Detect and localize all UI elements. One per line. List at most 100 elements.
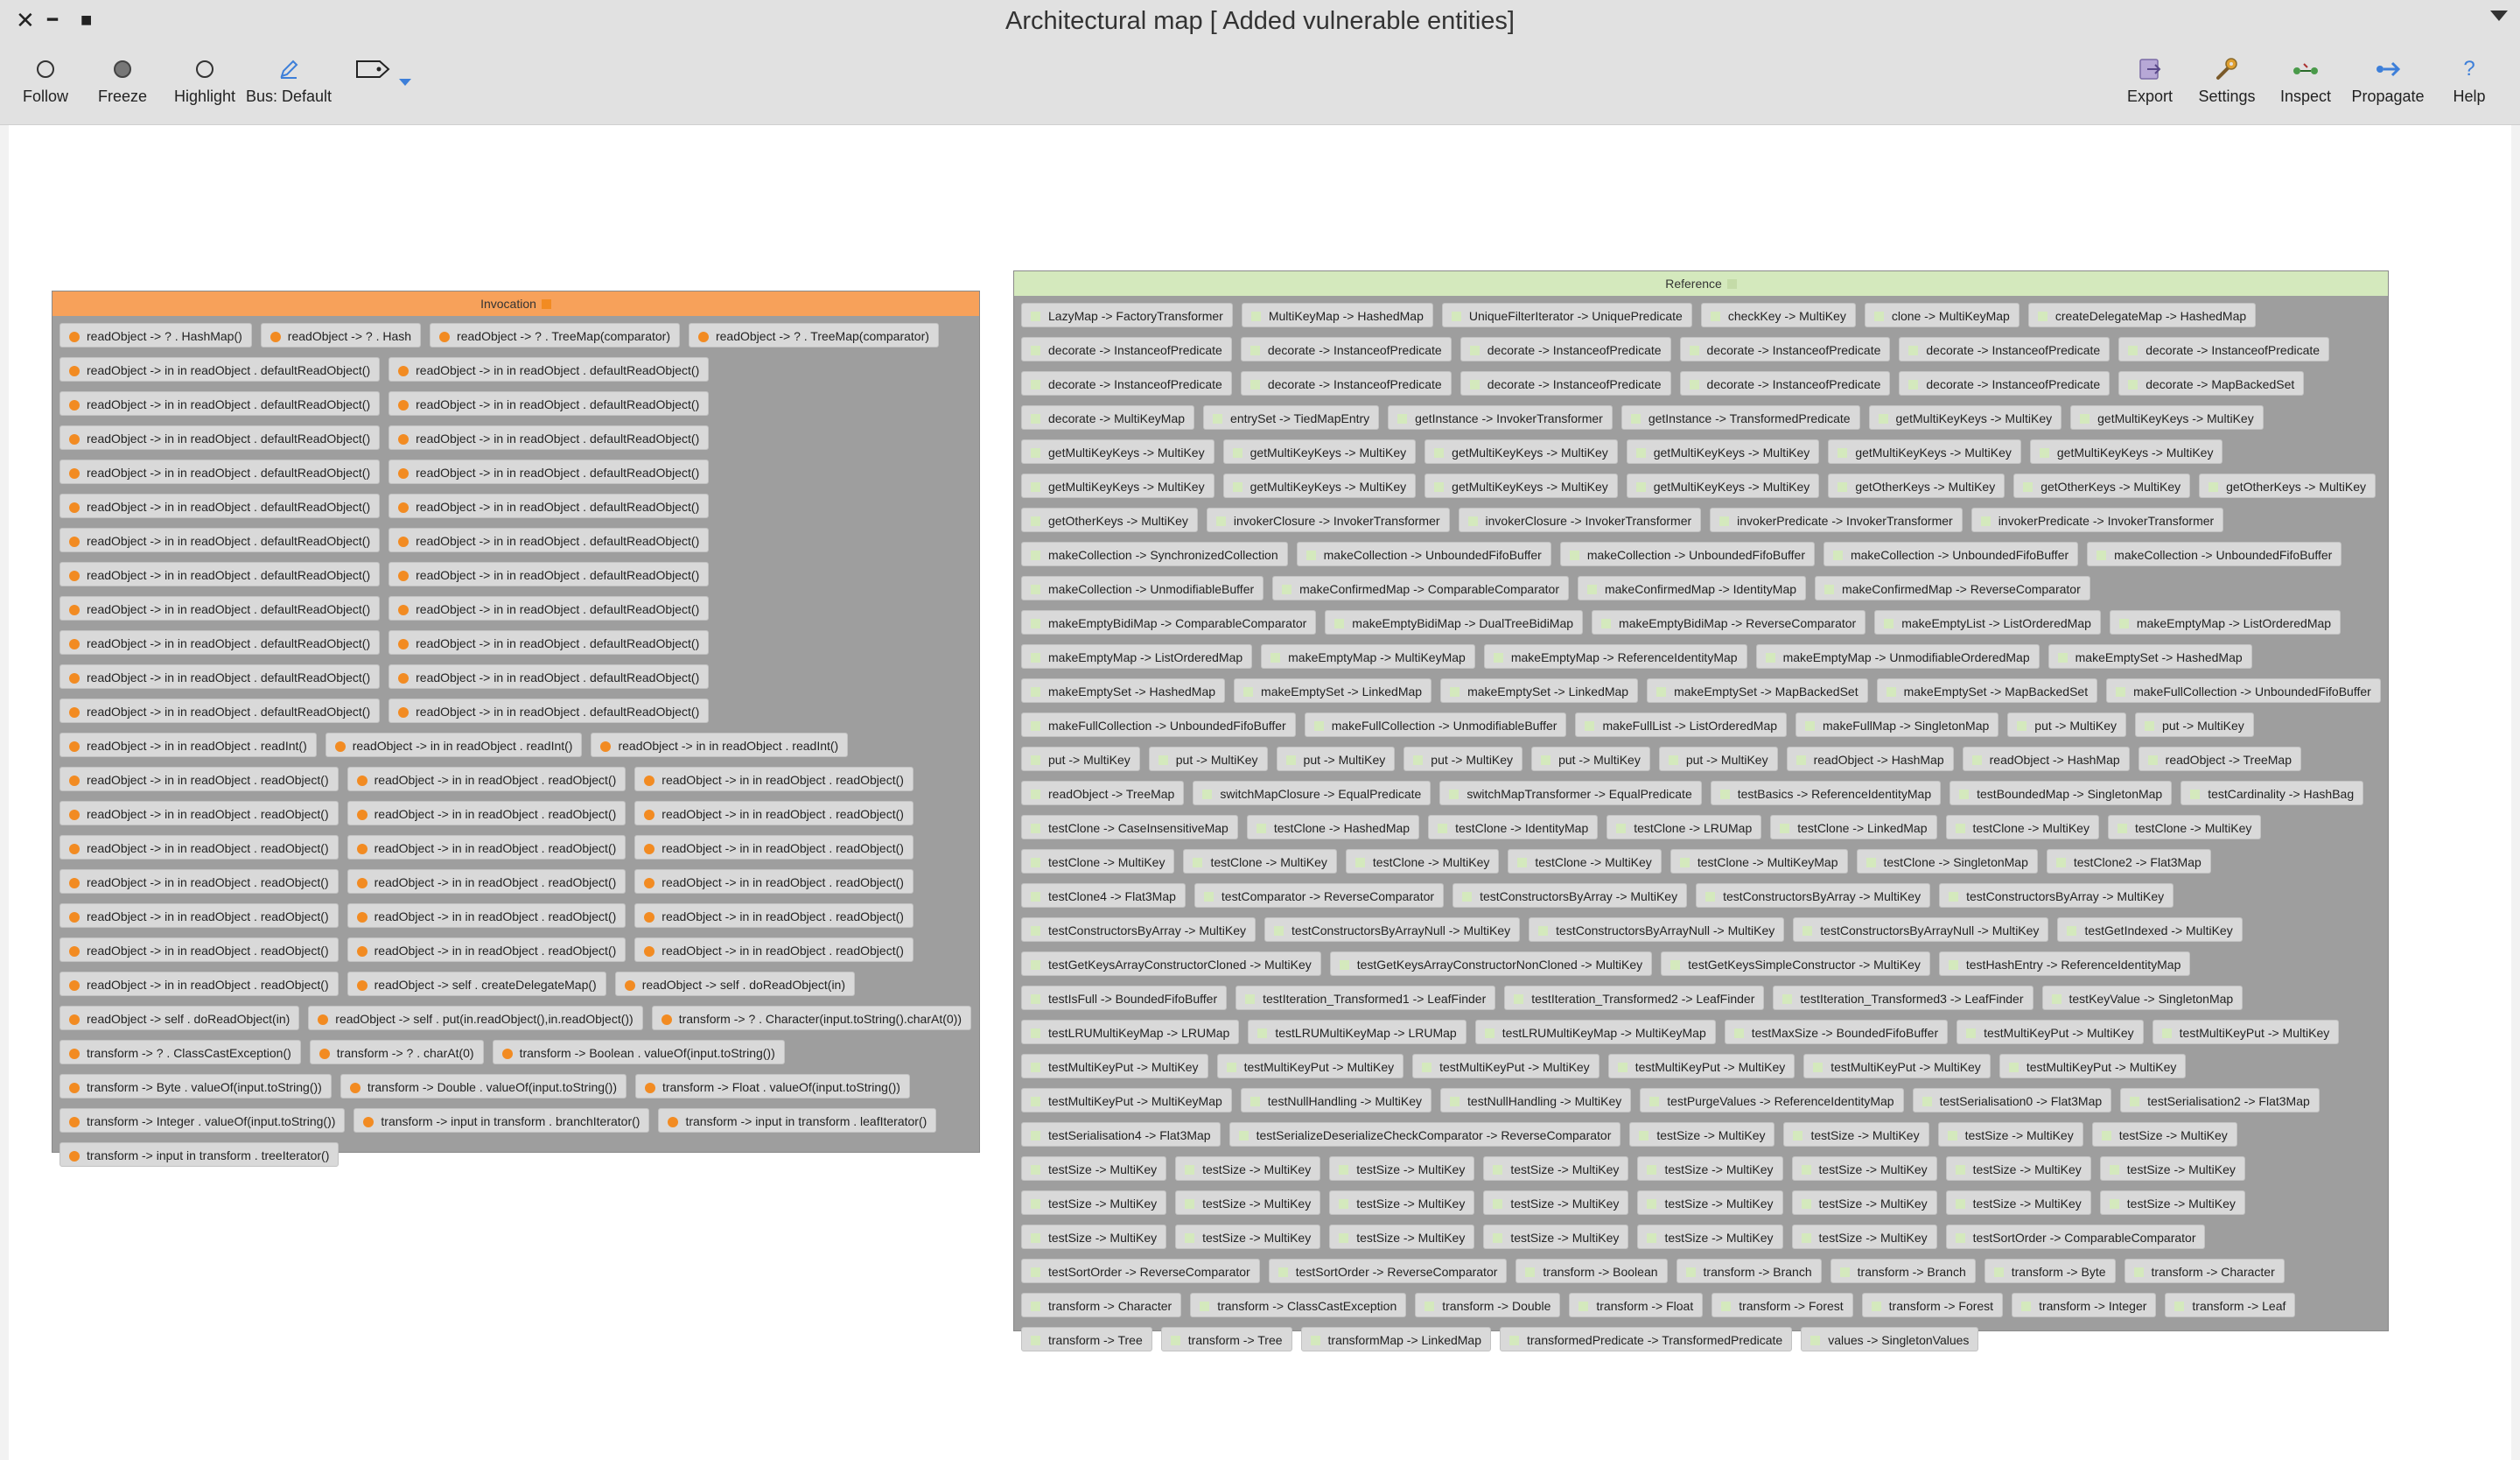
invocation-entity-node[interactable]: readObject -> in in readObject . default… [60,494,381,518]
reference-entity-node[interactable]: testMultiKeyPut -> MultiKey [1803,1054,1991,1078]
reference-entity-node[interactable]: testClone2 -> Flat3Map [2046,849,2211,874]
reference-entity-node[interactable]: invokerPredicate -> InvokerTransformer [1970,508,2224,532]
reference-entity-node[interactable]: decorate -> InstanceofPredicate [1460,371,1671,396]
reference-entity-node[interactable]: testSize -> MultiKey [1483,1190,1629,1215]
reference-entity-node[interactable]: checkKey -> MultiKey [1700,303,1856,327]
reference-entity-node[interactable]: testConstructorsByArrayNull -> MultiKey [1264,917,1521,942]
reference-entity-node[interactable]: getMultiKeyKeys -> MultiKey [1222,439,1417,464]
invocation-entity-node[interactable]: readObject -> in in readObject . readObj… [346,937,626,962]
reference-entity-node[interactable]: testSize -> MultiKey [2091,1122,2237,1147]
reference-entity-node[interactable]: makeEmptyBidiMap -> DualTreeBidiMap [1325,610,1584,635]
reference-entity-node[interactable]: testSerialisation2 -> Flat3Map [2120,1088,2320,1113]
reference-entity-node[interactable]: testMultiKeyPut -> MultiKey [1956,1020,2144,1044]
reference-entity-node[interactable]: testSortOrder -> ReverseComparator [1268,1259,1508,1283]
reference-entity-node[interactable]: getMultiKeyKeys -> MultiKey [1021,474,1214,498]
invocation-entity-node[interactable]: transform -> input in transform . branch… [354,1108,650,1133]
invocation-entity-node[interactable]: readObject -> in in readObject . default… [388,425,710,450]
reference-entity-node[interactable]: testIteration_Transformed2 -> LeafFinder [1504,986,1765,1010]
reference-entity-node[interactable]: getMultiKeyKeys -> MultiKey [1424,474,1618,498]
reference-entity-node[interactable]: transform -> Forest [1861,1293,2004,1317]
reference-entity-node[interactable]: testSize -> MultiKey [1329,1190,1475,1215]
invocation-entity-node[interactable]: readObject -> in in readObject . readObj… [60,869,339,894]
architectural-map-canvas[interactable]: Invocation readObject -> ? . HashMap() re… [9,125,2511,1460]
reference-entity-node[interactable]: testHashEntry -> ReferenceIdentityMap [1938,951,2191,976]
reference-entity-node[interactable]: testSize -> MultiKey [1175,1225,1321,1249]
reference-entity-node[interactable]: transformedPredicate -> TransformedPredi… [1500,1327,1793,1351]
invocation-group[interactable]: Invocation readObject -> ? . HashMap() re… [52,291,980,1167]
reference-entity-node[interactable]: testIsFull -> BoundedFifoBuffer [1021,986,1228,1010]
reference-entity-node[interactable]: testClone -> MultiKey [1345,849,1500,874]
invocation-entity-node[interactable]: readObject -> in in readObject . readObj… [634,835,914,860]
reference-entity-node[interactable]: testSize -> MultiKey [1791,1225,1937,1249]
invocation-entity-node[interactable]: readObject -> in in readObject . readObj… [346,767,626,791]
invocation-entity-node[interactable]: readObject -> self . createDelegateMap() [346,972,606,996]
reference-entity-node[interactable]: entrySet -> TiedMapEntry [1203,405,1380,430]
invocation-entity-node[interactable]: readObject -> ? . Hash [260,323,422,347]
reference-entity-node[interactable]: testSize -> MultiKey [1021,1156,1167,1181]
reference-entity-node[interactable]: put -> MultiKey [1276,747,1396,771]
reference-entity-node[interactable]: makeCollection -> SynchronizedCollection [1021,542,1288,566]
invocation-entity-node[interactable]: readObject -> ? . TreeMap(comparator) [430,323,680,347]
invocation-entity-node[interactable]: readObject -> in in readObject . readInt… [60,733,317,757]
reference-entity-node[interactable]: decorate -> InstanceofPredicate [1679,337,1891,361]
invocation-entity-node[interactable]: readObject -> in in readObject . default… [388,528,710,552]
invocation-entity-node[interactable]: transform -> ? . charAt(0) [309,1040,484,1064]
invocation-entity-node[interactable]: transform -> Byte . valueOf(input.toStri… [60,1074,332,1099]
reference-entity-node[interactable]: transform -> Leaf [2165,1293,2296,1317]
reference-entity-node[interactable]: makeConfirmedMap -> ComparableComparator [1272,576,1569,600]
reference-entity-node[interactable]: testSize -> MultiKey [1791,1156,1937,1181]
invocation-entity-node[interactable]: readObject -> in in readObject . default… [60,460,381,484]
reference-entity-node[interactable]: testClone -> SingletonMap [1856,849,2038,874]
reference-entity-node[interactable]: readObject -> TreeMap [2138,747,2302,771]
reference-entity-node[interactable]: put -> MultiKey [2135,712,2254,737]
invocation-entity-node[interactable]: readObject -> in in readObject . default… [60,562,381,586]
invocation-entity-node[interactable]: readObject -> in in readObject . readObj… [60,903,339,928]
reference-entity-node[interactable]: UniqueFilterIterator -> UniquePredicate [1441,303,1692,327]
reference-entity-node[interactable]: switchMapTransformer -> EqualPredicate [1439,781,1702,805]
reference-entity-node[interactable]: testLRUMultiKeyMap -> LRUMap [1021,1020,1240,1044]
reference-entity-node[interactable]: switchMapClosure -> EqualPredicate [1193,781,1432,805]
invocation-entity-node[interactable]: transform -> input in transform . leafIt… [658,1108,937,1133]
reference-entity-node[interactable]: makeEmptyMap -> UnmodifiableOrderedMap [1755,644,2040,669]
reference-entity-node[interactable]: testSortOrder -> ReverseComparator [1021,1259,1260,1283]
invocation-entity-node[interactable]: readObject -> ? . TreeMap(comparator) [688,323,939,347]
reference-entity-node[interactable]: testMultiKeyPut -> MultiKey [1021,1054,1208,1078]
reference-entity-node[interactable]: testSize -> MultiKey [1483,1156,1629,1181]
reference-entity-node[interactable]: testPurgeValues -> ReferenceIdentityMap [1640,1088,1904,1113]
reference-entity-node[interactable]: testSerializeDeserializeCheckComparator … [1228,1122,1621,1147]
window-menu-chevron-icon[interactable] [2490,11,2508,21]
reference-entity-node[interactable]: testLRUMultiKeyMap -> LRUMap [1248,1020,1466,1044]
reference-entity-node[interactable]: makeFullList -> ListOrderedMap [1575,712,1788,737]
reference-entity-node[interactable]: testSerialisation0 -> Flat3Map [1912,1088,2112,1113]
invocation-entity-node[interactable]: readObject -> in in readObject . readObj… [634,767,914,791]
reference-entity-node[interactable]: testBasics -> ReferenceIdentityMap [1710,781,1942,805]
reference-entity-node[interactable]: testSize -> MultiKey [1329,1156,1475,1181]
follow-button[interactable]: Follow [19,54,72,106]
invocation-entity-node[interactable]: readObject -> in in readObject . default… [60,425,381,450]
invocation-entity-node[interactable]: readObject -> in in readObject . default… [60,391,381,416]
invocation-entity-node[interactable]: transform -> ? . Character(input.toStrin… [651,1006,971,1030]
reference-entity-node[interactable]: makeFullCollection -> UnmodifiableBuffer [1304,712,1567,737]
reference-entity-node[interactable]: testSize -> MultiKey [2099,1156,2245,1181]
reference-entity-node[interactable]: testClone -> MultiKeyMap [1670,849,1848,874]
reference-entity-node[interactable]: makeEmptyMap -> MultiKeyMap [1261,644,1475,669]
reference-entity-node[interactable]: testSerialisation4 -> Flat3Map [1021,1122,1221,1147]
reference-entity-node[interactable]: transform -> Byte [1984,1259,2116,1283]
invocation-entity-node[interactable]: transform -> Double . valueOf(input.toSt… [340,1074,626,1099]
reference-entity-node[interactable]: makeEmptySet -> LinkedMap [1234,678,1432,703]
reference-entity-node[interactable]: makeCollection -> UnboundedFifoBuffer [1559,542,1815,566]
tag-dropdown-chevron-icon[interactable] [399,79,411,86]
reference-entity-node[interactable]: makeConfirmedMap -> IdentityMap [1577,576,1807,600]
reference-entity-node[interactable]: transform -> Character [2124,1259,2285,1283]
reference-entity-node[interactable]: testKeyValue -> SingletonMap [2041,986,2244,1010]
reference-entity-node[interactable]: values -> SingletonValues [1801,1327,1979,1351]
invocation-entity-node[interactable]: transform -> Integer . valueOf(input.toS… [60,1108,346,1133]
reference-entity-node[interactable]: testSize -> MultiKey [1483,1225,1629,1249]
reference-entity-node[interactable]: getMultiKeyKeys -> MultiKey [2070,405,2264,430]
reference-entity-node[interactable]: makeEmptySet -> HashedMap [1021,678,1226,703]
reference-entity-node[interactable]: testSize -> MultiKey [1021,1225,1167,1249]
settings-button[interactable]: Settings [2194,54,2259,106]
reference-group[interactable]: Reference LazyMap -> FactoryTransformer M… [1013,270,2389,1351]
reference-entity-node[interactable]: getMultiKeyKeys -> MultiKey [1626,474,1820,498]
reference-entity-node[interactable]: makeEmptyList -> ListOrderedMap [1874,610,2101,635]
